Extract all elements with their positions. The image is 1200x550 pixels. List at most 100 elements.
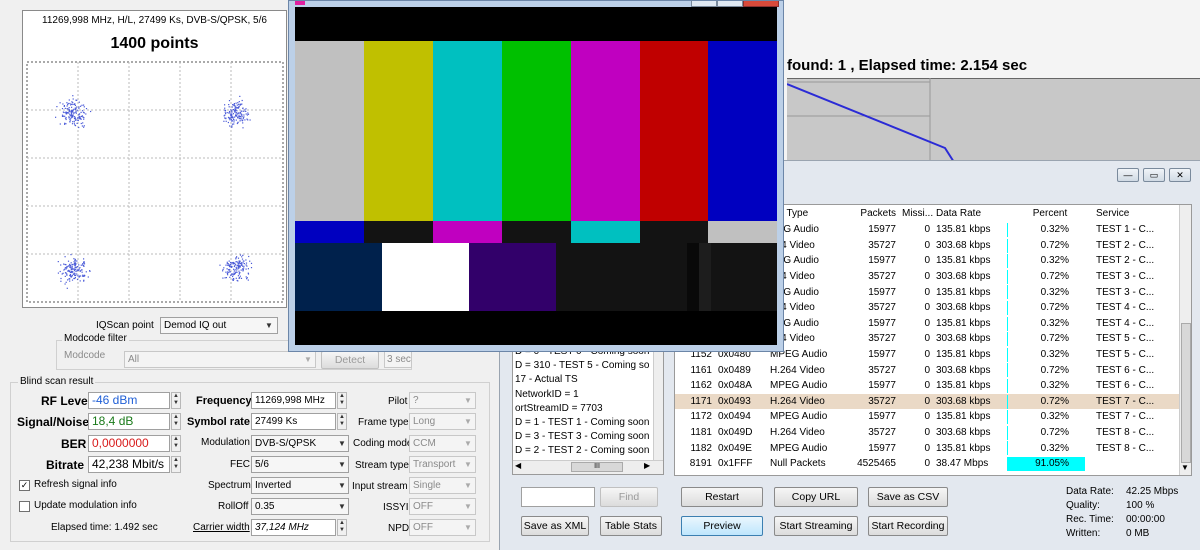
bitrate-spinner[interactable]: ▲ ▼	[171, 456, 181, 473]
fec-select[interactable]: 5/6	[251, 456, 349, 473]
iq-point	[235, 113, 237, 115]
chevron-down-icon: ▼	[265, 321, 273, 330]
table-row[interactable]: 1171 0x0493 H.264 Video 35727 0 303.68 kbps 0.…	[675, 393, 1179, 410]
iq-point	[75, 106, 78, 108]
iq-point	[233, 262, 235, 264]
tree-item[interactable]: NetworkID = 1	[515, 388, 653, 402]
percent-text: 91.05%	[1035, 458, 1069, 470]
seconds-select[interactable]: 3 sec	[384, 351, 412, 368]
find-button[interactable]: Find	[600, 487, 658, 507]
iq-point	[73, 277, 75, 280]
iq-point	[235, 102, 237, 104]
find-input[interactable]	[521, 487, 595, 507]
copy-url-button[interactable]: Copy URL	[774, 487, 858, 507]
table-vscroll-thumb[interactable]	[1181, 323, 1191, 463]
table-cell: 0	[924, 224, 930, 236]
sn-spinner[interactable]: ▲ ▼	[171, 413, 181, 430]
column-header[interactable]: Packets	[843, 205, 899, 222]
iq-point	[75, 270, 77, 273]
iq-point	[76, 270, 78, 272]
table-row[interactable]: 1181 0x049D H.264 Video 35727 0 303.68 kbps 0.…	[675, 425, 1179, 441]
iq-point	[73, 258, 75, 260]
scroll-down-icon[interactable]: ▼	[1181, 463, 1189, 472]
modcode-label: Modcode	[64, 350, 106, 361]
tree-hscroll-thumb[interactable]: III	[571, 462, 623, 472]
tree-item[interactable]: D = 2 - TEST 2 - Coming soon	[515, 444, 653, 458]
iq-point	[232, 104, 234, 106]
iq-point	[233, 103, 235, 105]
table-row[interactable]: 1172 0x0494 MPEG Audio 15977 0 135.81 kbps 0.3…	[675, 409, 1179, 425]
ber-spinner[interactable]: ▲ ▼	[171, 435, 181, 452]
carrier-width-spinner[interactable]: ▲ ▼	[337, 519, 347, 536]
table-cell: 35727	[868, 302, 896, 314]
iq-point	[61, 273, 63, 275]
iq-point	[73, 261, 75, 263]
preview-button[interactable]: Preview	[681, 516, 763, 536]
column-header[interactable]: Service	[1093, 205, 1179, 222]
table-row[interactable]: 1162 0x048A MPEG Audio 15977 0 135.81 kbps 0.3…	[675, 378, 1179, 394]
iq-point	[64, 117, 67, 119]
table-cell: 15977	[868, 286, 896, 298]
carrier-width-label[interactable]: Carrier width	[193, 522, 250, 533]
frequency-value: 11269,998 MHz	[251, 392, 336, 409]
rolloff-select[interactable]: 0.35	[251, 498, 349, 515]
close-button[interactable]: ✕	[1169, 168, 1191, 182]
scroll-right-icon[interactable]: ▶	[644, 461, 650, 470]
iq-point	[225, 120, 227, 122]
table-cell: 0	[924, 364, 930, 376]
iqscan-select[interactable]: Demod IQ out	[160, 317, 278, 334]
percent-bar	[1007, 254, 1008, 269]
iq-point	[231, 273, 233, 275]
tree-item[interactable]: ortStreamID = 7703	[515, 402, 653, 416]
detect-button[interactable]: Detect	[321, 351, 379, 369]
start-recording-button[interactable]: Start Recording	[868, 516, 948, 536]
iq-point	[228, 271, 230, 273]
table-cell: H.264 Video	[770, 395, 825, 407]
table-cell: 0.32%	[1007, 253, 1093, 269]
modcode-select[interactable]: All	[124, 351, 316, 368]
iq-point	[235, 261, 237, 263]
tree-item[interactable]: D = 310 - TEST 5 - Coming so	[515, 359, 653, 373]
spectrum-select[interactable]: Inverted	[251, 477, 349, 494]
tree-item[interactable]: 17 - Actual TS	[515, 373, 653, 387]
frequency-spinner[interactable]: ▲ ▼	[337, 392, 347, 409]
table-cell: 4525465	[857, 458, 896, 470]
minimize-button[interactable]: —	[1117, 168, 1139, 182]
tree-item[interactable]: D = 1 - TEST 1 - Coming soon	[515, 416, 653, 430]
fec-label: FEC	[230, 459, 250, 470]
iq-point	[245, 268, 247, 270]
iq-point	[71, 266, 73, 268]
tree-item[interactable]: D = 3 - TEST 3 - Coming soon	[515, 430, 653, 444]
table-row[interactable]: 8191 0x1FFF Null Packets 4525465 0 38.47 Mbps…	[675, 456, 1179, 472]
scroll-left-icon[interactable]: ◀	[515, 461, 521, 470]
table-cell: 135.81 kbps	[936, 411, 991, 423]
symbol-rate-spinner[interactable]: ▲ ▼	[337, 413, 347, 430]
column-header[interactable]: Percent	[1007, 205, 1093, 222]
table-row[interactable]: 1182 0x049E MPEG Audio 15977 0 135.81 kbps 0.3…	[675, 440, 1179, 456]
service-tree[interactable]: D = 0 - TEST 0 - Coming soonD = 310 - TE…	[512, 341, 664, 475]
save-csv-button[interactable]: Save as CSV	[868, 487, 948, 507]
maximize-button[interactable]: ▭	[1143, 168, 1165, 182]
percent-text: 0.72%	[1040, 395, 1069, 407]
save-xml-button[interactable]: Save as XML	[521, 516, 589, 536]
update-modulation-checkbox[interactable]	[19, 501, 30, 512]
iq-point	[238, 260, 240, 262]
iq-point	[81, 125, 83, 127]
column-header[interactable]: Data Rate	[933, 205, 1007, 222]
table-cell: 0	[924, 458, 930, 470]
modulation-select[interactable]: DVB-S/QPSK	[251, 435, 349, 452]
table-row[interactable]: 1161 0x0489 H.264 Video 35727 0 303.68 kbps 0.…	[675, 362, 1179, 378]
iq-point	[236, 104, 238, 106]
refresh-checkbox[interactable]: ✓	[19, 480, 30, 491]
table-stats-button[interactable]: Table Stats	[600, 516, 662, 536]
iq-point	[64, 267, 66, 269]
iq-point	[61, 108, 64, 110]
iq-point	[66, 287, 68, 289]
column-header[interactable]: Missi...	[899, 205, 933, 222]
iq-point	[234, 108, 236, 110]
start-streaming-button[interactable]: Start Streaming	[774, 516, 858, 536]
restart-button[interactable]: Restart	[681, 487, 763, 507]
table-cell: 135.81 kbps	[936, 286, 991, 298]
rf-level-spinner[interactable]: ▲ ▼	[171, 392, 181, 409]
tree-vscroll[interactable]	[653, 342, 663, 460]
